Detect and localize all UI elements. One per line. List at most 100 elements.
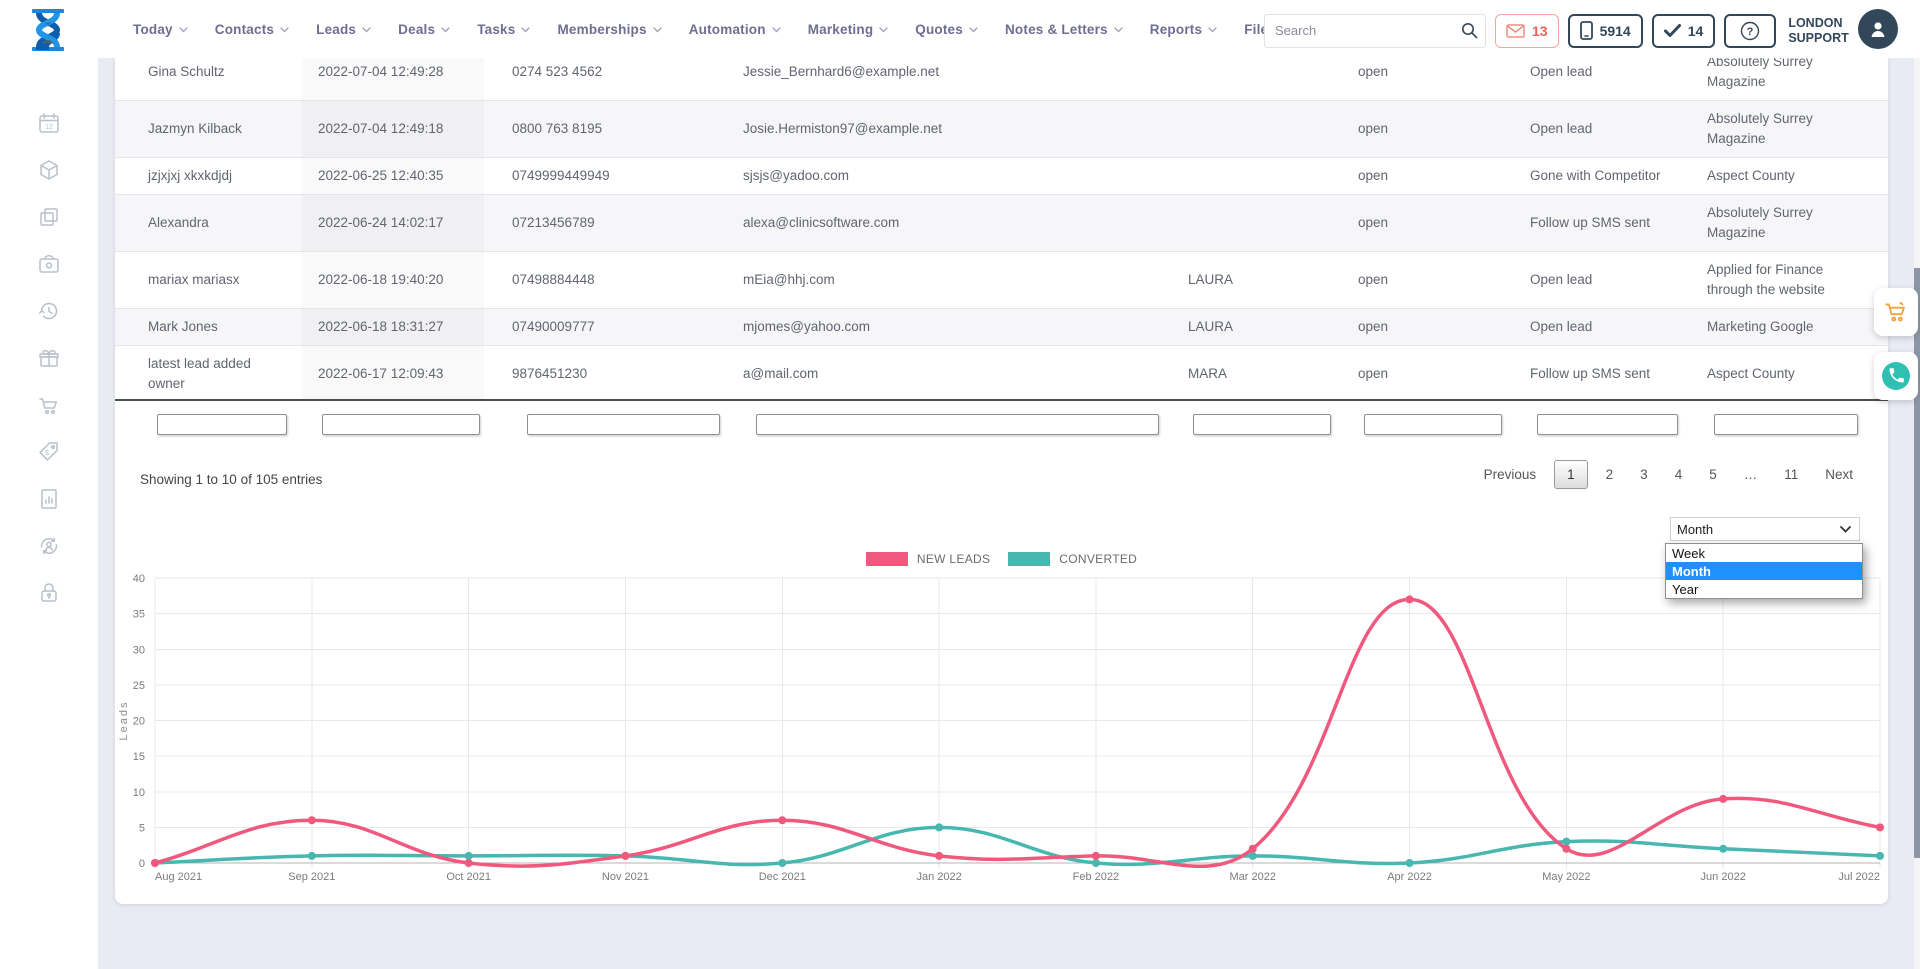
cell-owner: LAURA: [1172, 309, 1342, 346]
legend-item[interactable]: NEW LEADS: [866, 552, 990, 566]
nav-item[interactable]: Deals: [398, 22, 450, 37]
svg-text:$: $: [45, 450, 49, 457]
column-filter-input[interactable]: [1714, 414, 1858, 435]
sidebar-item-calendar[interactable]: 12: [37, 111, 61, 135]
sidebar-item-history[interactable]: [37, 299, 61, 323]
legend-item[interactable]: CONVERTED: [1008, 552, 1137, 566]
page-number[interactable]: 1: [1554, 460, 1588, 489]
cell-created: 2022-06-25 12:40:35: [302, 158, 484, 195]
nav-item[interactable]: Automation: [689, 22, 781, 37]
sidebar-item-copy[interactable]: [37, 205, 61, 229]
page-number[interactable]: 4: [1666, 460, 1692, 489]
cell-status: open: [1342, 195, 1514, 252]
table-row[interactable]: Alexandra 2022-06-24 14:02:17 0721345678…: [115, 195, 1888, 252]
nav-item-label: Leads: [316, 22, 356, 37]
period-select-value: Month: [1677, 522, 1713, 537]
sidebar-item-account-sync[interactable]: [37, 534, 61, 558]
gift-icon: [37, 346, 61, 370]
sidebar-item-wallet[interactable]: [37, 252, 61, 276]
svg-text:Jan 2022: Jan 2022: [916, 871, 961, 883]
column-filter-input[interactable]: [1364, 414, 1502, 435]
cell-phone: 0274 523 4562: [484, 58, 727, 101]
chevron-down-icon: [280, 27, 289, 33]
account-sync-icon: [37, 534, 61, 558]
nav-item[interactable]: Tasks: [477, 22, 530, 37]
table-row[interactable]: jzjxjxj xkxkdjdj 2022-06-25 12:40:35 074…: [115, 158, 1888, 195]
table-row[interactable]: Jazmyn Kilback 2022-07-04 12:49:18 0800 …: [115, 101, 1888, 158]
page-number[interactable]: 11: [1775, 460, 1807, 489]
cell-phone: 0749999449949: [484, 158, 727, 195]
sidebar-item-package[interactable]: [37, 158, 61, 182]
sidebar-item-cart[interactable]: [37, 393, 61, 417]
svg-text:15: 15: [133, 751, 145, 763]
user-avatar[interactable]: [1858, 9, 1898, 49]
svg-text:Nov 2021: Nov 2021: [602, 871, 649, 883]
search-input[interactable]: [1265, 23, 1461, 38]
nav-item-label: Notes & Letters: [1005, 22, 1108, 37]
table-row[interactable]: latest lead added owner 2022-06-17 12:09…: [115, 346, 1888, 402]
column-filter-input[interactable]: [527, 414, 720, 435]
sidebar-item-reports[interactable]: [37, 487, 61, 511]
nav-item[interactable]: Reports: [1150, 22, 1217, 37]
page-number: …: [1735, 460, 1767, 489]
nav-item[interactable]: Today: [133, 22, 188, 37]
floating-phone-button[interactable]: [1874, 352, 1918, 400]
table-row[interactable]: Gina Schultz 2022-07-04 12:49:28 0274 52…: [115, 58, 1888, 101]
nav-item[interactable]: Notes & Letters: [1005, 22, 1123, 37]
nav-item[interactable]: Contacts: [215, 22, 289, 37]
question-icon: ?: [1740, 21, 1760, 41]
nav-item-label: Tasks: [477, 22, 515, 37]
cell-status: open: [1342, 252, 1514, 309]
sidebar-item-gift[interactable]: [37, 346, 61, 370]
sidebar-item-price-tag[interactable]: $: [37, 440, 61, 464]
period-option[interactable]: Month: [1666, 562, 1862, 580]
cell-phone: 9876451230: [484, 346, 727, 402]
sidebar-item-lock[interactable]: [37, 581, 61, 605]
svg-text:12: 12: [45, 124, 53, 131]
tasks-badge[interactable]: 14: [1652, 14, 1716, 48]
column-filter-input[interactable]: [756, 414, 1159, 435]
table-row[interactable]: mariax mariasx 2022-06-18 19:40:20 07498…: [115, 252, 1888, 309]
nav-item[interactable]: Leads: [316, 22, 371, 37]
floating-cart-button[interactable]: [1874, 288, 1918, 336]
cell-email: mjomes@yahoo.com: [727, 309, 1172, 346]
nav-item[interactable]: Memberships: [557, 22, 661, 37]
page-number[interactable]: 5: [1700, 460, 1726, 489]
messages-badge[interactable]: 13: [1495, 14, 1559, 48]
nav-item[interactable]: Quotes: [915, 22, 978, 37]
cell-owner: MARA: [1172, 346, 1342, 402]
period-select[interactable]: Month: [1670, 517, 1860, 541]
svg-text:Sep 2021: Sep 2021: [288, 871, 335, 883]
next-page-button[interactable]: Next: [1816, 460, 1862, 489]
help-badge[interactable]: ?: [1724, 14, 1776, 48]
previous-page-button[interactable]: Previous: [1475, 460, 1546, 489]
svg-text:Oct 2021: Oct 2021: [446, 871, 491, 883]
table-row[interactable]: Mark Jones 2022-06-18 18:31:27 074900097…: [115, 309, 1888, 346]
svg-text:30: 30: [133, 644, 145, 656]
period-option[interactable]: Year: [1666, 580, 1862, 598]
nav-item-label: Marketing: [808, 22, 874, 37]
app-logo[interactable]: [26, 7, 70, 53]
cell-status: open: [1342, 58, 1514, 101]
tasks-count: 14: [1688, 23, 1704, 39]
nav-item-label: Reports: [1150, 22, 1202, 37]
chevron-down-icon: [362, 27, 371, 33]
svg-text:5: 5: [139, 822, 145, 834]
column-filter-input[interactable]: [322, 414, 480, 435]
page-number[interactable]: 3: [1631, 460, 1657, 489]
wallet-icon: [37, 252, 61, 276]
price-tag-icon: $: [37, 440, 61, 464]
leads-panel: Gina Schultz 2022-07-04 12:49:28 0274 52…: [115, 58, 1888, 904]
page-number[interactable]: 2: [1597, 460, 1623, 489]
nav-item[interactable]: Marketing: [808, 22, 889, 37]
main-nav: Today Contacts Leads Deals Tasks: [133, 0, 1291, 58]
column-filter-input[interactable]: [157, 414, 287, 435]
column-filter-input[interactable]: [1537, 414, 1678, 435]
calls-badge[interactable]: 5914: [1568, 14, 1643, 48]
cell-email: a@mail.com: [727, 346, 1172, 402]
column-filter-input[interactable]: [1193, 414, 1331, 435]
search-icon[interactable]: [1461, 22, 1478, 39]
cell-owner: [1172, 58, 1342, 101]
svg-text:Leads: Leads: [118, 701, 130, 741]
period-option[interactable]: Week: [1666, 544, 1862, 562]
